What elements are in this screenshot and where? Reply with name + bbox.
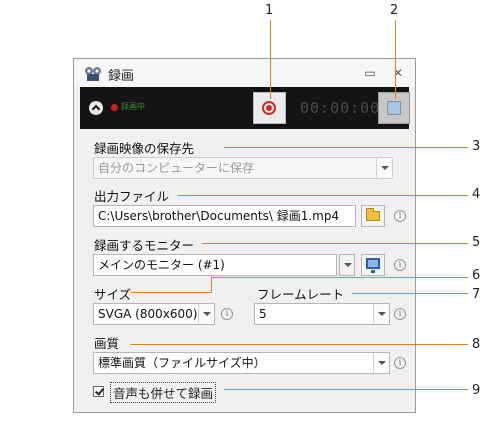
callout-7: 7 [472,287,481,302]
record-dialog: 録画 ▭ ✕ 録画中 00:00:00 録画映像の保存先 自分のコンピューターに… [73,58,416,413]
quality-select[interactable]: 標準画質（ファイルサイズ中） [93,352,390,374]
stop-button[interactable] [378,92,410,124]
collapse-chevron-icon[interactable] [89,101,103,115]
chevron-down-icon [373,353,389,373]
quality-value: 標準画質（ファイルサイズ中） [98,356,266,370]
quality-info-icon[interactable]: i [394,357,406,369]
framerate-label: フレームレート [257,287,345,302]
size-select[interactable]: SVGA (800x600) [93,303,215,325]
size-value: SVGA (800x600) [98,307,198,321]
framerate-info-icon[interactable]: i [394,308,406,320]
leader-line-3 [224,147,468,148]
leader-line-8 [130,344,468,345]
record-icon [262,101,276,115]
callout-9: 9 [472,383,481,398]
leader-line-5 [202,243,468,244]
monitor-icon [366,258,380,269]
output-file-input[interactable]: C:\Users\brother\Documents\ 録画1.mp4 [93,205,356,227]
browse-folder-button[interactable] [361,205,385,227]
monitor-dropdown-chevron-icon[interactable] [339,254,355,276]
folder-icon [366,208,380,221]
record-audio-label[interactable]: 音声も併せて録画 [110,382,217,403]
callout-1: 1 [265,3,274,18]
monitor-info-icon[interactable]: i [394,259,406,271]
output-file-info-icon[interactable]: i [394,210,406,222]
close-button[interactable]: ✕ [390,66,406,80]
callout-6: 6 [472,268,481,283]
title-bar: 録画 ▭ ✕ [74,59,415,87]
callout-3: 3 [472,139,481,154]
chevron-down-icon [198,304,214,324]
save-dest-label: 録画映像の保存先 [94,141,195,156]
leader-line-7 [352,293,468,294]
elapsed-timer: 00:00:00 [300,99,381,117]
framerate-value: 5 [259,307,267,321]
leader-line-6b [211,277,212,293]
record-audio-checkbox[interactable] [93,386,104,397]
monitor-select[interactable]: メインのモニター (#1) [93,254,337,276]
output-file-value: C:\Users\brother\Documents\ 録画1.mp4 [98,209,340,223]
callout-5: 5 [472,235,481,250]
chevron-down-icon [373,304,389,324]
chevron-down-icon [376,158,392,178]
window-title: 録画 [108,69,135,84]
save-dest-value: 自分のコンピューターに保存 [98,161,255,175]
monitor-stand [371,270,375,273]
leader-line-4 [178,195,468,196]
recording-status: 録画中 [121,102,145,111]
record-toolbar: 録画中 00:00:00 [80,87,410,129]
monitor-label: 録画するモニター [94,238,195,253]
size-info-icon[interactable]: i [221,308,233,320]
minimize-button[interactable]: ▭ [362,66,378,80]
monitor-identify-button[interactable] [361,254,385,276]
leader-line-6c [211,277,468,278]
stop-icon [387,101,401,115]
callout-4: 4 [472,187,481,202]
framerate-select[interactable]: 5 [254,303,390,325]
callout-8: 8 [472,337,481,352]
leader-line-1 [270,20,271,99]
leader-line-9 [224,389,468,390]
film-reel-icon [85,67,101,81]
save-dest-select[interactable]: 自分のコンピューターに保存 [93,157,393,179]
monitor-value: メインのモニター (#1) [98,258,225,272]
callout-2: 2 [390,3,399,18]
leader-line-6a [131,292,211,293]
size-label: サイズ [94,287,132,302]
leader-line-2 [395,20,396,99]
quality-label: 画質 [94,336,120,351]
recording-indicator-icon [111,104,118,111]
output-file-label: 出力ファイル [94,189,170,204]
